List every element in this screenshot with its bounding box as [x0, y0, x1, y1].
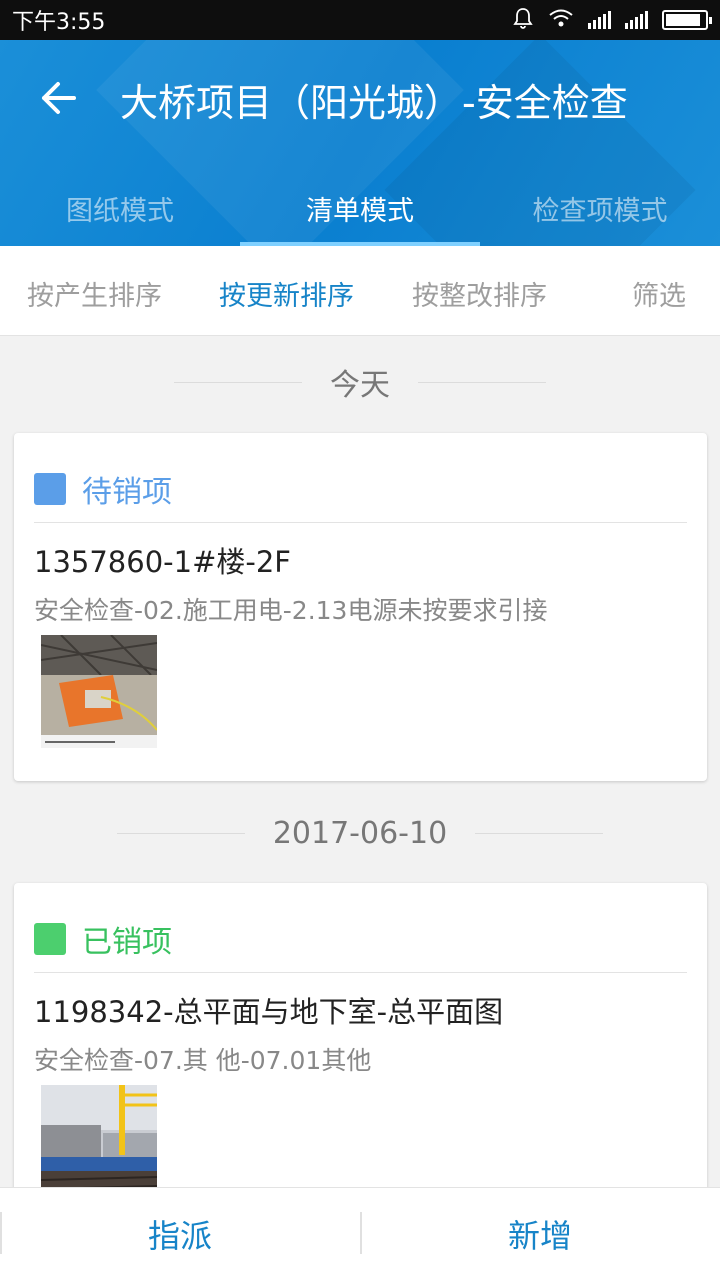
filter-button[interactable]: 筛选 [632, 274, 686, 313]
issue-photo[interactable] [41, 1085, 157, 1198]
status-row: 待销项 [34, 467, 172, 511]
issue-photo[interactable] [41, 635, 157, 748]
status-time: 下午3:55 [12, 10, 106, 35]
status-bar: 下午3:55 [0, 0, 720, 40]
status-row: 已销项 [34, 917, 172, 961]
tab-check-item-mode[interactable]: 检查项模式 [480, 170, 720, 246]
issue-category: 安全检查-07.其 他-07.01其他 [34, 1046, 372, 1075]
status-indicator [34, 923, 66, 955]
issue-card[interactable]: 已销项 1198342-总平面与地下室-总平面图 安全检查-07.其 他-07.… [14, 883, 707, 1213]
sort-by-created[interactable]: 按产生排序 [27, 274, 162, 313]
bottom-action-bar: 指派 新增 [0, 1187, 720, 1280]
tab-list-mode[interactable]: 清单模式 [240, 170, 480, 246]
add-button[interactable]: 新增 [360, 1188, 720, 1280]
left-edge-divider [0, 1212, 2, 1254]
sort-bar: 按产生排序 按更新排序 按整改排序 筛选 [0, 246, 720, 336]
date-divider: 今天 [0, 362, 720, 403]
date-divider: 2017-06-10 [0, 813, 720, 853]
assign-button[interactable]: 指派 [0, 1188, 360, 1280]
sort-by-rectification[interactable]: 按整改排序 [412, 274, 547, 313]
tab-drawing-mode[interactable]: 图纸模式 [0, 170, 240, 246]
wifi-icon [548, 8, 574, 32]
arrow-left-icon [42, 82, 76, 114]
button-divider [360, 1212, 362, 1254]
battery-icon [662, 10, 712, 30]
bell-icon [512, 7, 534, 33]
date-label: 2017-06-10 [272, 815, 448, 851]
status-label: 已销项 [82, 925, 172, 960]
sort-by-updated[interactable]: 按更新排序 [219, 274, 354, 313]
issue-title: 1357860-1#楼-2F [34, 545, 291, 579]
issue-title: 1198342-总平面与地下室-总平面图 [34, 995, 504, 1029]
page-title: 大桥项目（阳光城）-安全检查 [120, 81, 628, 125]
app-header: 大桥项目（阳光城）-安全检查 图纸模式 清单模式 检查项模式 [0, 40, 720, 246]
status-icons [512, 7, 712, 33]
card-divider [34, 522, 687, 523]
status-label: 待销项 [82, 475, 172, 510]
issue-category: 安全检查-02.施工用电-2.13电源未按要求引接 [34, 596, 548, 625]
issue-card[interactable]: 待销项 1357860-1#楼-2F 安全检查-02.施工用电-2.13电源未按… [14, 433, 707, 781]
card-divider [34, 972, 687, 973]
back-button[interactable] [30, 70, 86, 126]
signal-icon [588, 11, 611, 29]
signal-icon-2 [625, 11, 648, 29]
status-indicator [34, 473, 66, 505]
mode-tabs: 图纸模式 清单模式 检查项模式 [0, 170, 720, 246]
date-label: 今天 [330, 368, 390, 403]
